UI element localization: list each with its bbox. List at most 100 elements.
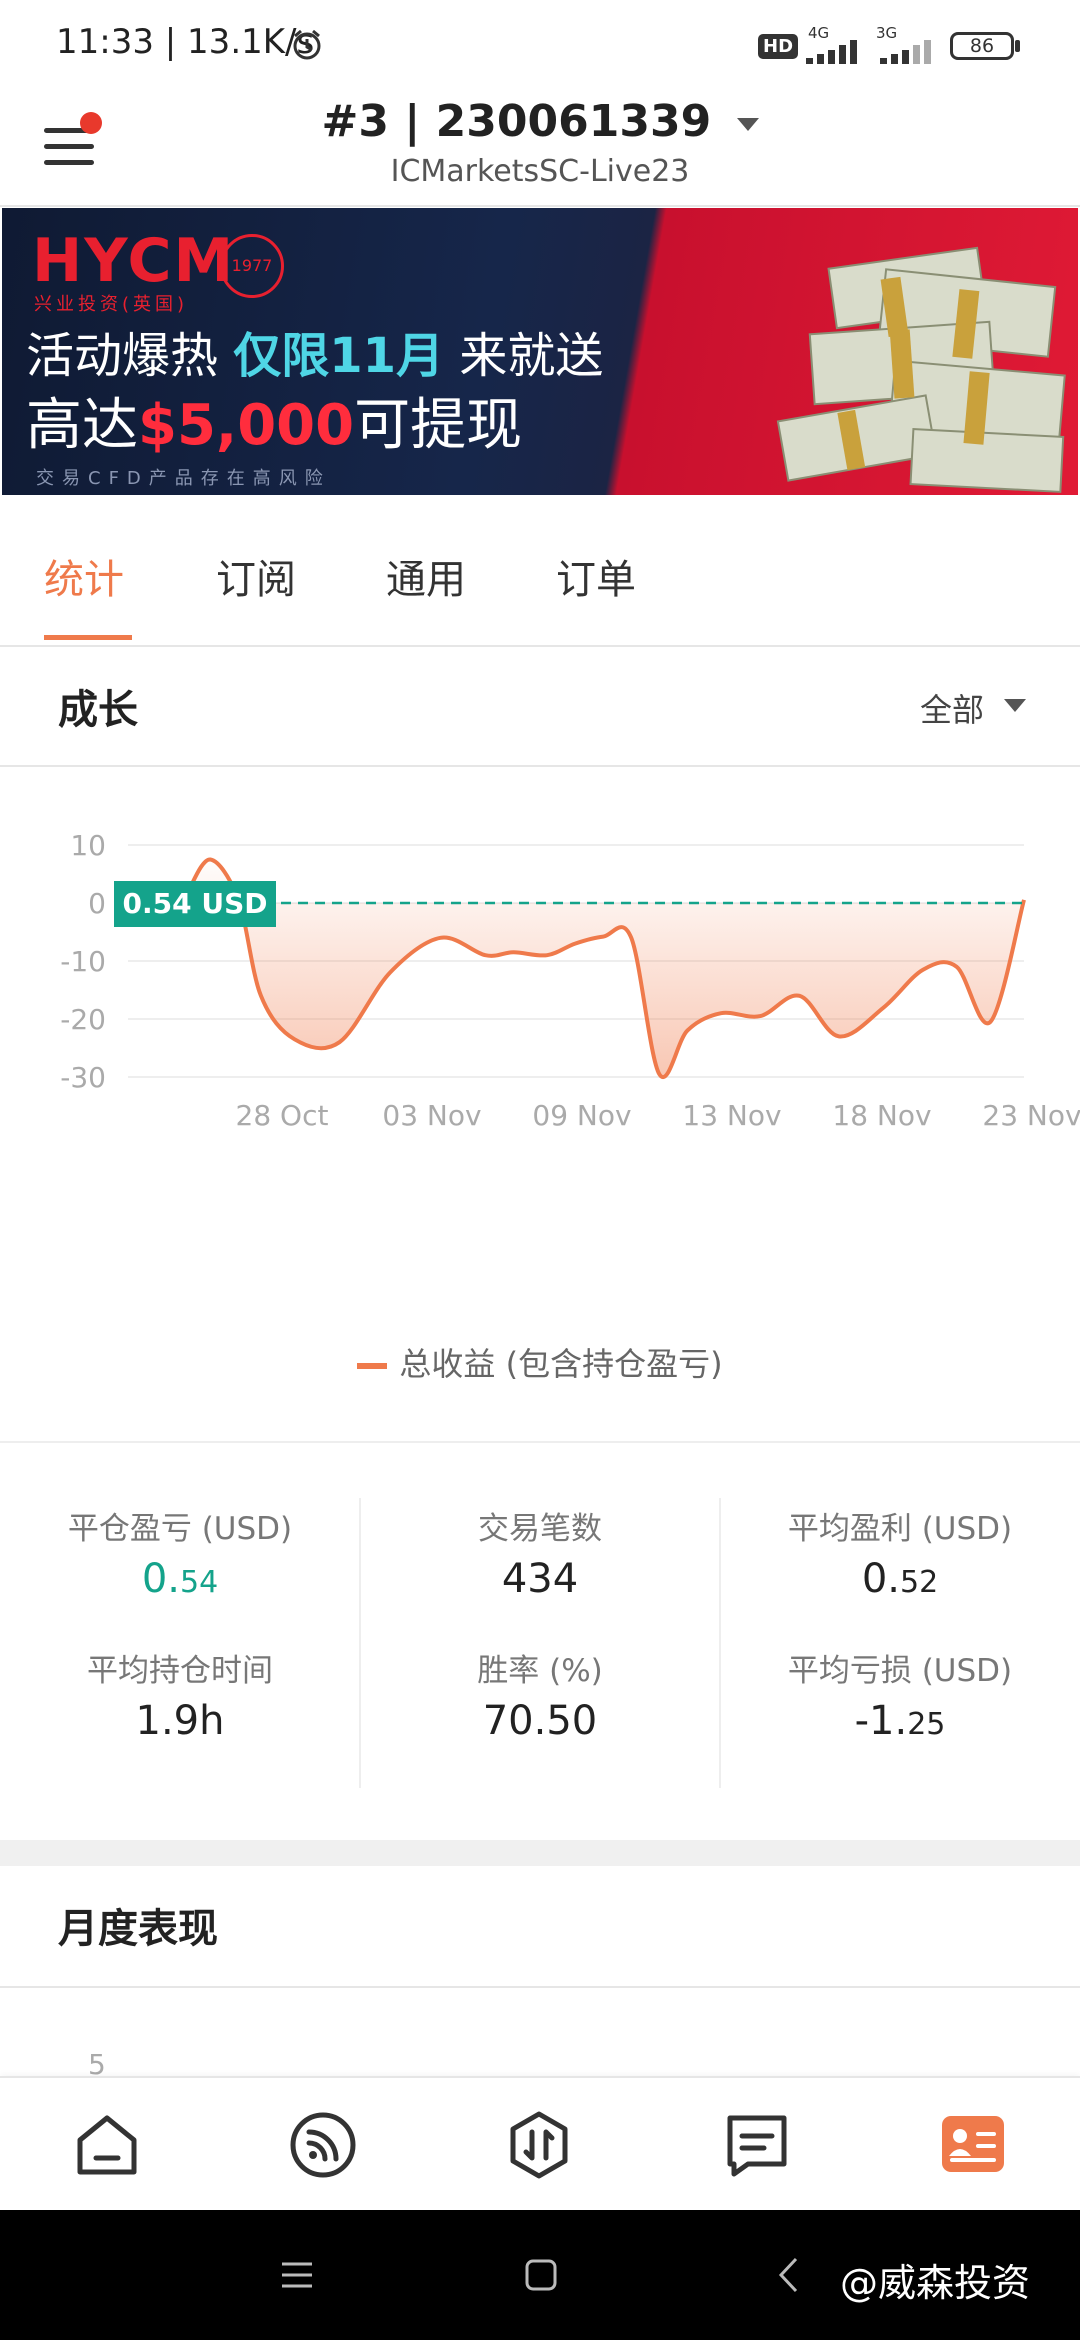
battery-icon: 86 (950, 32, 1014, 60)
x-tick-label: 13 Nov (682, 1099, 781, 1132)
status-bar: 11:33 | 13.1K/s HD 4G 3G 86 (0, 0, 1080, 90)
battery-level: 86 (969, 35, 995, 57)
stat-value-int: 1.9h (135, 1698, 225, 1744)
nav-signals[interactable] (286, 2108, 360, 2182)
nav-messages[interactable] (720, 2108, 794, 2182)
stat-value-dec: 25 (907, 1707, 946, 1742)
back-icon[interactable] (776, 2256, 800, 2294)
stat-value: 70.50 (360, 1698, 720, 1744)
battery-tip (1015, 40, 1020, 52)
stat-value: 0.52 (720, 1556, 1080, 1602)
stat-closed-pnl: 平仓盈亏 (USD) 0.54 (0, 1503, 360, 1602)
stat-label: 交易笔数 (478, 1511, 602, 1547)
stat-value-int: -1. (854, 1698, 908, 1744)
banner-text-d: 高达 (26, 393, 138, 458)
stat-value-dec: 52 (899, 1565, 939, 1600)
stat-value: -1.25 (720, 1698, 1080, 1744)
banner-text-e: 可提现 (354, 393, 523, 458)
stat-label: 平均持仓时间 (87, 1653, 273, 1689)
y-tick-label: -20 (60, 1003, 106, 1036)
stat-label: 胜率 (%) (477, 1653, 603, 1689)
active-tab-indicator (44, 635, 132, 640)
stat-label: 平均亏损 (USD) (787, 1653, 1013, 1689)
alarm-icon (290, 28, 324, 66)
stat-value: 1.9h (0, 1698, 360, 1744)
money-stack-image (776, 246, 1066, 493)
tab-orders[interactable]: 订单 (556, 547, 636, 605)
banner-risk-notice: 交易CFD产品存在高风险 (36, 468, 331, 489)
system-nav-bar: @威森投资 (0, 2210, 1080, 2340)
banner-text-b: 仅限11月 (233, 328, 445, 384)
app-header: #3 | 230061339 ICMarketsSC-Live23 (0, 90, 1080, 207)
stat-trade-count: 交易笔数 434 (360, 1503, 720, 1602)
tab-general[interactable]: 通用 (386, 547, 466, 605)
status-time: 11:33 | 13.1K/s (56, 22, 315, 62)
banner-subheadline: 高达$5,000可提现 (26, 380, 522, 461)
signal-icon (806, 40, 866, 64)
x-tick-label: 28 Oct (236, 1099, 329, 1132)
stat-value-int: 70.50 (482, 1698, 598, 1744)
growth-title: 成长 (58, 687, 138, 733)
stat-label: 平仓盈亏 (USD) (67, 1511, 293, 1547)
stat-win-rate: 胜率 (%) 70.50 (360, 1645, 720, 1744)
hd-badge: HD (758, 34, 799, 59)
signal-feed-icon (290, 2112, 356, 2178)
signal-icon-2 (880, 40, 940, 64)
section-gap (0, 1840, 1080, 1866)
stat-avg-profit: 平均盈利 (USD) 0.52 (720, 1503, 1080, 1602)
tab-subscribe[interactable]: 订阅 (216, 547, 296, 605)
banner-text-c: 来就送 (444, 328, 604, 384)
banner-logo: HYCM (32, 226, 236, 296)
account-title: #3 | 230061339 (321, 96, 712, 147)
growth-chart-svg: 10 0 -10 -20 -30 28 Oct 03 Nov 09 Nov 13 Nov 18 … (60, 829, 1080, 1132)
current-value-label: 0.54 USD (123, 887, 268, 920)
y-tick-label: -10 (60, 945, 106, 978)
y-tick-label: -30 (60, 1061, 106, 1094)
message-icon (727, 2115, 787, 2177)
stat-label: 平均盈利 (USD) (787, 1511, 1013, 1547)
stats-grid: 平仓盈亏 (USD) 0.54 交易笔数 434 平均盈利 (USD) 0.52… (0, 1441, 1080, 1843)
home-icon (77, 2115, 137, 2175)
nav-home[interactable] (70, 2108, 144, 2182)
banner-logo-sub: 兴业投资(英国) (34, 294, 189, 315)
watermark: @威森投资 (840, 2261, 1031, 2305)
series-area (188, 859, 1024, 1078)
trade-icon (510, 2111, 568, 2179)
tab-statistics[interactable]: 统计 (44, 547, 124, 605)
profile-card-icon (942, 2116, 1004, 2172)
x-tick-label: 18 Nov (832, 1099, 931, 1132)
stat-value: 0.54 (0, 1556, 360, 1602)
stat-avg-hold-time: 平均持仓时间 1.9h (0, 1645, 360, 1744)
x-tick-label: 03 Nov (382, 1099, 481, 1132)
home-system-icon[interactable] (524, 2258, 558, 2292)
x-tick-label: 23 Nov (982, 1099, 1080, 1132)
y-tick-label: 0 (88, 887, 106, 920)
bottom-nav (0, 2076, 1080, 2212)
growth-section-header: 成长 全部 (0, 647, 1080, 767)
stat-avg-loss: 平均亏损 (USD) -1.25 (720, 1645, 1080, 1744)
promo-banner[interactable]: HYCM 兴业投资(英国) 1977 活动爆热 仅限11月 来就送 高达$5,0… (2, 208, 1078, 495)
y-tick-label: 10 (70, 829, 106, 862)
banner-amount: $5,000 (138, 393, 355, 458)
stat-value-int: 0. (861, 1556, 900, 1602)
monthly-section-header: 月度表现 (0, 1866, 1080, 1988)
legend-swatch (357, 1363, 388, 1369)
monthly-title: 月度表现 (58, 1906, 218, 1952)
nav-trade[interactable] (502, 2108, 576, 2182)
range-selector[interactable]: 全部 (920, 685, 984, 731)
stat-value-int: 0. (141, 1556, 180, 1602)
nav-profile[interactable] (936, 2108, 1010, 2182)
x-tick-label: 09 Nov (532, 1099, 631, 1132)
growth-chart: 10 0 -10 -20 -30 28 Oct 03 Nov 09 Nov 13 Nov 18 … (0, 767, 1080, 1439)
legend-label: 总收益 (包含持仓盈亏) (399, 1345, 723, 1383)
banner-seal: 1977 (220, 234, 284, 298)
chevron-down-icon[interactable] (1004, 699, 1026, 712)
account-server: ICMarketsSC-Live23 (390, 154, 690, 189)
banner-headline: 活动爆热 仅限11月 来就送 (26, 316, 603, 386)
recents-icon[interactable] (280, 2260, 314, 2290)
stat-value: 434 (360, 1556, 720, 1602)
account-selector[interactable]: #3 | 230061339 (0, 96, 1080, 147)
stat-value-int: 434 (501, 1556, 579, 1602)
stat-value-dec: 54 (179, 1565, 219, 1600)
tab-bar: 统计 订阅 通用 订单 (0, 497, 1080, 647)
